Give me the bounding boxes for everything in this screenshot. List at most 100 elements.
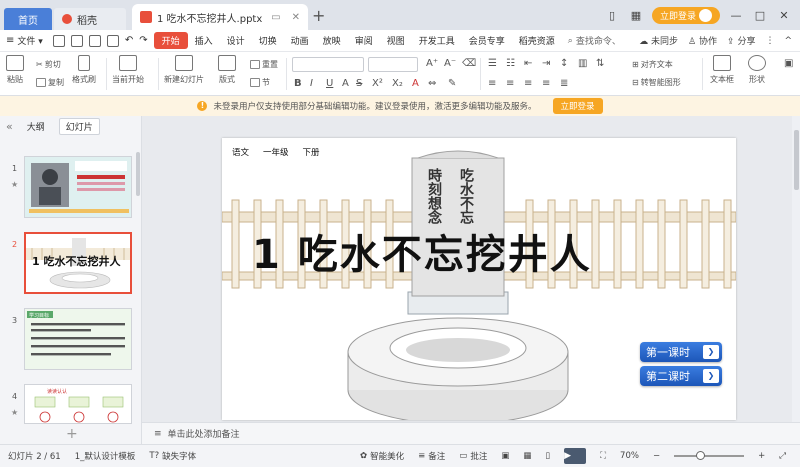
reading-view-icon[interactable]: ▯	[545, 451, 550, 461]
menu-animation[interactable]: 动画	[284, 34, 316, 47]
zoom-slider-knob[interactable]	[696, 451, 706, 460]
close-window-button[interactable]: ✕	[776, 9, 792, 22]
canvas-scrollbar[interactable]	[794, 130, 799, 190]
zoom-in-button[interactable]: +	[758, 451, 765, 461]
fullscreen-icon[interactable]: ⤢	[779, 451, 786, 461]
italic-icon[interactable]: I	[310, 78, 313, 89]
monitor-icon[interactable]: ▭	[271, 12, 280, 23]
textbox-button[interactable]: 文本框	[710, 55, 734, 85]
smart-shape-button[interactable]: ⊟ 转智能图形	[632, 77, 681, 88]
distribute-icon[interactable]: ≣	[560, 78, 568, 89]
font-shrink-icon[interactable]: A⁻	[444, 58, 456, 69]
lesson-1-button[interactable]: 第一课时 ❯	[640, 342, 722, 362]
notice-login-button[interactable]: 立即登录	[552, 98, 603, 114]
slide-thumbnail-2[interactable]: 1 吃水不忘挖井人	[24, 232, 132, 294]
layout-icon[interactable]: ▯	[604, 9, 620, 22]
sorter-view-icon[interactable]: ▦	[523, 451, 531, 461]
superscript-icon[interactable]: X²	[372, 78, 383, 89]
template-name[interactable]: 1_默认设计模板	[75, 450, 136, 462]
menu-transition[interactable]: 切换	[252, 34, 284, 47]
slide-thumbnail-1[interactable]	[24, 156, 132, 218]
picture-icon[interactable]: ▣	[784, 58, 793, 69]
grid-icon[interactable]: ▦	[628, 9, 644, 22]
tab-home[interactable]: 首页	[4, 8, 52, 30]
clear-format-icon[interactable]: ⌫	[462, 58, 476, 69]
justify-icon[interactable]: ≡	[542, 78, 550, 89]
hamburger-icon[interactable]: ≡	[6, 35, 14, 46]
font-name-select[interactable]	[292, 57, 364, 72]
font-color-icon[interactable]: A	[412, 78, 419, 89]
slide-title[interactable]: 1 吃水不忘挖井人	[252, 222, 592, 280]
indent-decrease-icon[interactable]: ⇤	[524, 58, 532, 69]
slide-thumbnail-4[interactable]: 读读认认	[24, 384, 132, 424]
reset-button[interactable]: 重置	[250, 59, 278, 70]
menu-developer[interactable]: 开发工具	[412, 34, 462, 47]
indent-increase-icon[interactable]: ⇥	[542, 58, 550, 69]
normal-view-icon[interactable]: ▣	[501, 451, 509, 461]
export-icon[interactable]	[70, 34, 83, 47]
collapse-panel-icon[interactable]: «	[6, 120, 13, 133]
shadow-icon[interactable]: A	[342, 78, 349, 89]
font-size-select[interactable]	[368, 57, 418, 72]
missing-font-button[interactable]: T? 缺失字体	[149, 450, 196, 462]
zoom-out-button[interactable]: −	[653, 451, 660, 461]
menu-member[interactable]: 会员专享	[462, 34, 512, 47]
panel-scrollbar[interactable]	[136, 152, 140, 196]
copy-button[interactable]: 复制	[36, 77, 64, 88]
subscript-icon[interactable]: X₂	[392, 78, 403, 89]
number-list-icon[interactable]: ☷	[506, 58, 515, 69]
close-tab-icon[interactable]: ✕	[292, 12, 300, 23]
preview-icon[interactable]	[106, 34, 119, 47]
tab-daoke[interactable]: 稻壳	[54, 8, 126, 30]
tab-outline[interactable]: 大纲	[27, 120, 45, 133]
bullet-list-icon[interactable]: ☰	[488, 58, 497, 69]
maximize-button[interactable]: □	[752, 9, 768, 22]
lesson-2-button[interactable]: 第二课时 ❯	[640, 366, 722, 386]
slideshow-play-button[interactable]: ▶	[564, 448, 587, 464]
shape-button[interactable]: 形状	[748, 55, 766, 85]
print-icon[interactable]	[88, 34, 101, 47]
command-search[interactable]: ⌕ 查找命令、	[562, 34, 627, 48]
menu-daoke-resources[interactable]: 稻壳资源	[512, 34, 562, 47]
add-slide-button[interactable]: +	[66, 426, 78, 442]
save-icon[interactable]	[52, 34, 65, 47]
notes-pane[interactable]: ≡ 单击此处添加备注	[142, 422, 800, 444]
menu-insert[interactable]: 插入	[188, 34, 220, 47]
sync-status[interactable]: ☁ 未同步	[639, 34, 678, 47]
new-slide-button[interactable]: 新建幻灯片	[164, 55, 204, 85]
section-button[interactable]: 节	[250, 77, 270, 88]
share-button[interactable]: ⇪ 分享	[727, 34, 755, 47]
format-painter-button[interactable]: 格式刷	[72, 55, 96, 85]
menu-review[interactable]: 审阅	[348, 34, 380, 47]
align-right-icon[interactable]: ≡	[524, 78, 532, 89]
columns-icon[interactable]: ▥	[578, 58, 587, 69]
paste-button[interactable]: 粘贴	[6, 55, 24, 85]
cut-button[interactable]: ✂ 剪切	[36, 59, 61, 70]
beautify-button[interactable]: ✿ 智能美化	[360, 450, 404, 462]
login-button[interactable]: 立即登录	[651, 6, 720, 24]
underline-icon[interactable]: U	[326, 78, 333, 89]
menu-start[interactable]: 开始	[153, 32, 188, 49]
collapse-ribbon-icon[interactable]: ^	[784, 36, 792, 46]
notes-toggle-button[interactable]: ≡ 备注	[418, 450, 445, 462]
menu-view[interactable]: 视图	[380, 34, 412, 47]
highlight-icon[interactable]: ✎	[448, 78, 456, 89]
zoom-level[interactable]: 70%	[620, 451, 639, 461]
tab-slides[interactable]: 幻灯片	[58, 117, 100, 135]
comments-button[interactable]: ▭ 批注	[459, 450, 487, 462]
new-tab-button[interactable]: +	[312, 6, 325, 25]
zoom-slider[interactable]	[674, 451, 745, 460]
menu-design[interactable]: 设计	[220, 34, 252, 47]
menu-file[interactable]: 文件 ▾	[17, 34, 49, 47]
redo-icon[interactable]: ↷	[139, 35, 147, 46]
align-center-icon[interactable]: ≡	[506, 78, 514, 89]
text-direction-icon[interactable]: ⇅	[596, 58, 604, 69]
current-slide[interactable]: 時刻想念 吃水不忘 语文 一年级 下册 1 吃水不忘挖井人 第一课时 ❯ 第二课…	[222, 138, 736, 420]
collab-button[interactable]: ♙ 协作	[688, 34, 717, 47]
align-left-icon[interactable]: ≡	[488, 78, 496, 89]
line-spacing-icon[interactable]: ↕	[560, 58, 568, 69]
char-spacing-icon[interactable]: ⇔	[428, 78, 436, 89]
strikethrough-icon[interactable]: S	[356, 78, 362, 89]
menu-slideshow[interactable]: 放映	[316, 34, 348, 47]
fit-window-icon[interactable]: ⛶	[600, 451, 606, 461]
